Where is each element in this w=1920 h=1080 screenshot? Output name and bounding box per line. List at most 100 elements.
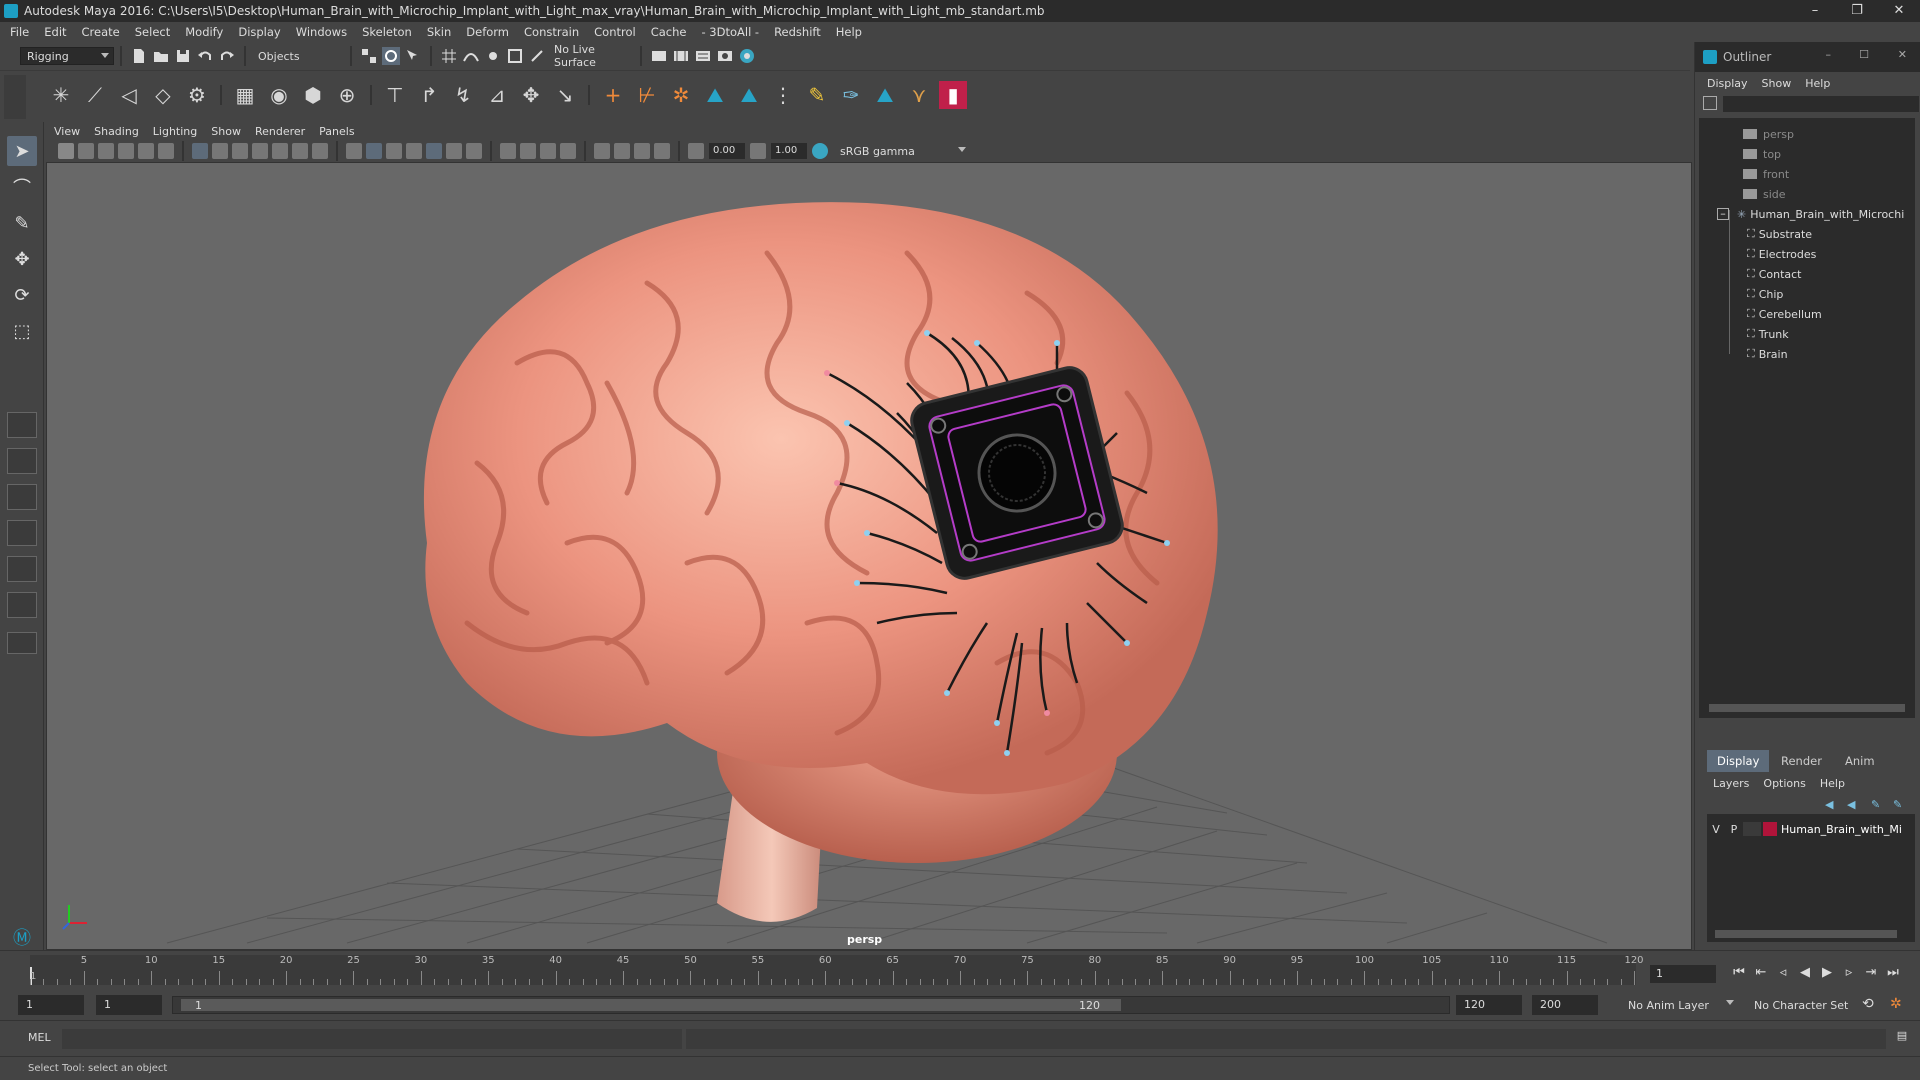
outliner-menu-show[interactable]: Show <box>1762 77 1792 90</box>
layer-list[interactable]: V P Human_Brain_with_Mi <box>1707 814 1915 942</box>
rotate-tool-icon[interactable]: ⟳ <box>7 280 37 310</box>
shadows-icon[interactable] <box>466 143 482 159</box>
outliner-menu-help[interactable]: Help <box>1805 77 1830 90</box>
save-scene-icon[interactable] <box>174 47 192 65</box>
xray-components-icon[interactable] <box>654 143 670 159</box>
new-layer-icon[interactable]: ✎ <box>1871 798 1880 811</box>
undo-icon[interactable] <box>196 47 214 65</box>
layer-hscrollbar[interactable] <box>1715 930 1897 938</box>
current-frame-field[interactable]: 1 <box>1650 965 1716 983</box>
gamma-field[interactable]: 1.00 <box>771 143 807 159</box>
anti-aliasing-icon[interactable] <box>540 143 556 159</box>
exposure-icon[interactable] <box>688 143 704 159</box>
orient-constraint-icon[interactable]: ↯ <box>449 81 477 109</box>
layout-more-icon[interactable] <box>7 632 37 654</box>
open-scene-icon[interactable] <box>152 47 170 65</box>
lasso-tool-icon[interactable]: ⌒ <box>7 172 37 202</box>
layer-name[interactable]: Human_Brain_with_Mi <box>1781 823 1902 836</box>
smooth-skin-icon[interactable]: ◉ <box>265 81 293 109</box>
move-layer-up-icon[interactable]: ◀ <box>1825 798 1833 811</box>
four-view-layout-icon[interactable] <box>7 448 37 474</box>
step-back-key-icon[interactable]: ⇤ <box>1750 963 1772 983</box>
live-surface-field[interactable]: No Live Surface <box>548 43 634 69</box>
scale-tool-icon[interactable]: ⬚ <box>7 316 37 346</box>
outliner-row-side[interactable]: side <box>1743 184 1786 204</box>
menuset-dropdown[interactable]: Rigging <box>20 47 114 65</box>
pole-vector-icon[interactable]: ↘ <box>551 81 579 109</box>
viewport-menu-panels[interactable]: Panels <box>319 125 354 138</box>
layers-menu-help[interactable]: Help <box>1820 777 1845 790</box>
outliner-row-contact[interactable]: ⛶ Contact <box>1747 264 1802 284</box>
outliner-row-trunk[interactable]: ⛶ Trunk <box>1747 324 1789 344</box>
layers-menu-layers[interactable]: Layers <box>1713 777 1749 790</box>
paint-select-tool-icon[interactable]: ✎ <box>7 208 37 238</box>
layer-playback-toggle[interactable]: P <box>1725 823 1743 836</box>
xray-joints-icon[interactable] <box>634 143 650 159</box>
tab-display[interactable]: Display <box>1707 750 1770 772</box>
outliner-minimize-button[interactable]: – <box>1826 48 1832 61</box>
insert-joint-icon[interactable]: ◇ <box>149 81 177 109</box>
redo-icon[interactable] <box>218 47 236 65</box>
outliner-search-input[interactable] <box>1723 96 1919 112</box>
render-settings-window-icon[interactable] <box>716 47 734 65</box>
outliner-menu-display[interactable]: Display <box>1707 77 1748 90</box>
locator-joint-icon[interactable]: ⊬ <box>633 81 661 109</box>
render-settings-icon[interactable] <box>650 47 668 65</box>
layer-visibility-toggle[interactable]: V <box>1707 823 1725 836</box>
animation-end-field[interactable]: 200 <box>1532 995 1598 1015</box>
viewport-menu-shading[interactable]: Shading <box>94 125 139 138</box>
grid-toggle-icon[interactable] <box>192 143 208 159</box>
smooth-shade-icon[interactable] <box>366 143 382 159</box>
play-forward-icon[interactable]: ▶ <box>1816 963 1838 983</box>
2d-pan-zoom-icon[interactable] <box>138 143 154 159</box>
custom-layout-icon[interactable] <box>7 592 37 618</box>
step-forward-frame-icon[interactable]: ▹ <box>1838 963 1860 983</box>
menu-display[interactable]: Display <box>238 25 280 39</box>
motion-blur-icon[interactable] <box>520 143 536 159</box>
viewport-menu-show[interactable]: Show <box>211 125 241 138</box>
joint-tool-icon[interactable]: ✳ <box>47 81 75 109</box>
go-to-end-icon[interactable]: ⏭ <box>1882 963 1904 983</box>
image-plane-icon[interactable] <box>118 143 134 159</box>
xray-icon[interactable] <box>614 143 630 159</box>
snap-grid-icon[interactable] <box>440 47 458 65</box>
command-input[interactable] <box>62 1029 682 1049</box>
script-language-label[interactable]: MEL <box>28 1031 51 1044</box>
menu-edit[interactable]: Edit <box>44 25 66 39</box>
point-constraint-icon[interactable]: ⊤ <box>381 81 409 109</box>
outliner-filter-icon[interactable] <box>1703 96 1717 110</box>
gamma-icon[interactable] <box>750 143 766 159</box>
move-layer-down-icon[interactable]: ◀ <box>1847 798 1855 811</box>
shelf-tabs-handle[interactable] <box>4 75 26 119</box>
auto-key-icon[interactable]: ⟲ <box>1862 996 1874 1012</box>
menu-3dtoall[interactable]: - 3DtoAll - <box>701 25 759 39</box>
anim-layer-dropdown[interactable]: No Anim Layer <box>1622 995 1738 1015</box>
outliner-close-button[interactable]: ✕ <box>1898 48 1907 61</box>
bind-skin-icon[interactable]: ▦ <box>231 81 259 109</box>
snap-point-icon[interactable] <box>484 47 502 65</box>
step-back-frame-icon[interactable]: ◃ <box>1772 963 1794 983</box>
outliner-hscrollbar[interactable] <box>1709 704 1905 712</box>
outliner-row-group[interactable]: – ✳ Human_Brain_with_Microchi <box>1717 204 1904 224</box>
menu-cache[interactable]: Cache <box>651 25 687 39</box>
snap-curve-icon[interactable] <box>462 47 480 65</box>
script-editor-icon[interactable]: ▤ <box>1892 1029 1912 1049</box>
menu-skin[interactable]: Skin <box>427 25 451 39</box>
quick-rig-icon[interactable]: ⋮ <box>769 81 797 109</box>
animation-start-field[interactable]: 1 <box>18 995 84 1015</box>
layers-menu-options[interactable]: Options <box>1763 777 1805 790</box>
grease-pencil-icon[interactable] <box>158 143 174 159</box>
screen-space-ao-icon[interactable] <box>500 143 516 159</box>
cluster-icon[interactable]: ⊕ <box>333 81 361 109</box>
select-object-icon[interactable] <box>382 47 400 65</box>
menu-create[interactable]: Create <box>82 25 120 39</box>
menu-file[interactable]: File <box>10 25 29 39</box>
safe-action-icon[interactable] <box>292 143 308 159</box>
outliner-row-brain[interactable]: ⛶ Brain <box>1747 344 1788 364</box>
range-handle[interactable] <box>181 999 1121 1011</box>
outliner-maximize-button[interactable]: ☐ <box>1859 48 1869 61</box>
persp-graph-layout-icon[interactable] <box>7 520 37 546</box>
menu-skeleton[interactable]: Skeleton <box>362 25 412 39</box>
isolate-select-icon[interactable] <box>594 143 610 159</box>
menu-redshift[interactable]: Redshift <box>774 25 821 39</box>
